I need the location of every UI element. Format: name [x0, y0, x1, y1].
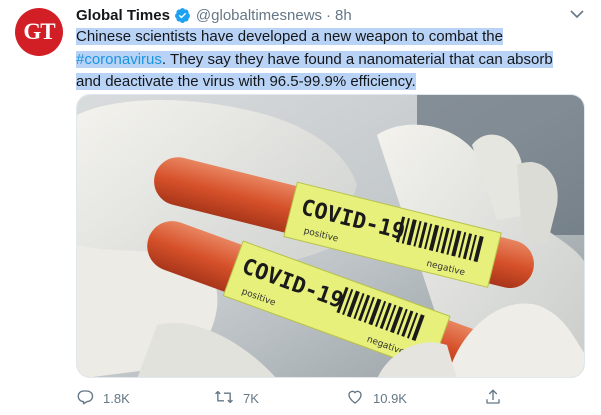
tweet-timestamp[interactable]: 8h [335, 7, 352, 24]
chevron-down-icon[interactable] [568, 6, 586, 22]
tweet-text-line1: Chinese scientists have developed a new … [76, 28, 503, 45]
avatar[interactable]: GT [15, 8, 63, 56]
reply-count: 1.8K [103, 390, 130, 406]
like-count: 10.9K [373, 390, 407, 406]
tweet-text-line3: and deactivate the virus with 96.5-99.9%… [76, 73, 416, 90]
reply-button[interactable]: 1.8K [76, 388, 130, 409]
reply-icon [76, 388, 94, 409]
separator-dot: · [326, 6, 332, 24]
covid-test-tubes-photo: COVID-19 negative positive COVID-19 posi… [77, 95, 584, 377]
like-icon [346, 388, 364, 409]
verified-badge-icon [174, 7, 191, 24]
like-button[interactable]: 10.9K [346, 388, 407, 409]
retweet-count: 7K [243, 390, 259, 406]
hashtag-link[interactable]: #coronavirus [76, 51, 162, 68]
share-button[interactable] [484, 388, 502, 409]
tweet-header: Global Times @globaltimesnews · 8h [76, 4, 352, 26]
author-name[interactable]: Global Times [76, 7, 170, 24]
retweet-icon [214, 388, 234, 409]
tweet-text-line2: . They say they have found a nanomateria… [161, 50, 553, 68]
retweet-button[interactable]: 7K [214, 388, 259, 409]
author-handle[interactable]: @globaltimesnews [196, 7, 322, 24]
tweet-media-image[interactable]: COVID-19 negative positive COVID-19 posi… [76, 94, 585, 378]
avatar-text: GT [23, 19, 55, 44]
tweet-actions: 1.8K 7K 10.9K [76, 383, 506, 413]
share-icon [484, 388, 502, 409]
tweet-text: Chinese scientists have developed a new … [76, 26, 596, 94]
tweet[interactable]: GT Global Times @globaltimesnews · 8h Ch… [0, 0, 601, 415]
